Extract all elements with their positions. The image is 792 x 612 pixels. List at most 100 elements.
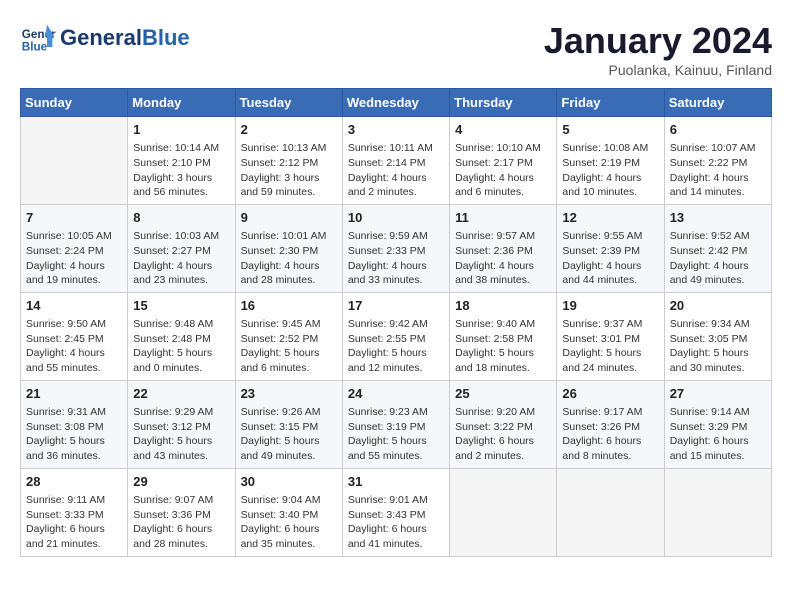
day-info: Sunrise: 9:20 AM Sunset: 3:22 PM Dayligh… — [455, 405, 551, 464]
day-info: Sunrise: 9:31 AM Sunset: 3:08 PM Dayligh… — [26, 405, 122, 464]
day-number: 22 — [133, 385, 229, 403]
day-number: 20 — [670, 297, 766, 315]
day-number: 30 — [241, 473, 337, 491]
day-number: 13 — [670, 209, 766, 227]
calendar-cell: 28Sunrise: 9:11 AM Sunset: 3:33 PM Dayli… — [21, 468, 128, 556]
calendar-cell: 10Sunrise: 9:59 AM Sunset: 2:33 PM Dayli… — [342, 204, 449, 292]
day-info: Sunrise: 9:34 AM Sunset: 3:05 PM Dayligh… — [670, 317, 766, 376]
day-number: 29 — [133, 473, 229, 491]
weekday-header-row: SundayMondayTuesdayWednesdayThursdayFrid… — [21, 89, 772, 117]
calendar-cell: 29 Sunrise: 9:07 AM Sunset: 3:36 PM Dayli… — [128, 468, 235, 556]
day-number: 26 — [562, 385, 658, 403]
calendar-cell: 25 Sunrise: 9:20 AM Sunset: 3:22 PM Dayli… — [450, 380, 557, 468]
calendar-cell: 19 Sunrise: 9:37 AM Sunset: 3:01 PM Dayli… — [557, 292, 664, 380]
day-number: 15 — [133, 297, 229, 315]
day-number: 7 — [26, 209, 122, 227]
day-info: Sunrise: 10:03 AM Sunset: 2:27 PM Daylig… — [133, 229, 229, 288]
day-number: 6 — [670, 121, 766, 139]
calendar-cell: 15 Sunrise: 9:48 AM Sunset: 2:48 PM Dayli… — [128, 292, 235, 380]
calendar-cell — [557, 468, 664, 556]
day-info: Sunrise: 9:01 AM Sunset: 3:43 PM Dayligh… — [348, 493, 444, 552]
day-info: Sunrise: 9:23 AM Sunset: 3:19 PM Dayligh… — [348, 405, 444, 464]
day-info: Sunrise: 9:29 AM Sunset: 3:12 PM Dayligh… — [133, 405, 229, 464]
calendar-week-3: 14 Sunrise: 9:50 AM Sunset: 2:45 PM Dayli… — [21, 292, 772, 380]
location-subtitle: Puolanka, Kainuu, Finland — [544, 62, 772, 78]
header: General Blue GeneralBlue January 2024 Pu… — [20, 20, 772, 78]
calendar-cell: 14 Sunrise: 9:50 AM Sunset: 2:45 PM Dayli… — [21, 292, 128, 380]
day-number: 5 — [562, 121, 658, 139]
day-number: 8 — [133, 209, 229, 227]
day-info: Sunrise: 10:10 AM Sunset: 2:17 PM Daylig… — [455, 141, 551, 200]
day-info: Sunrise: 10:14 AM Sunset: 2:10 PM Daylig… — [133, 141, 229, 200]
calendar-cell — [664, 468, 771, 556]
svg-text:Blue: Blue — [22, 41, 48, 54]
day-info: Sunrise: 9:37 AM Sunset: 3:01 PM Dayligh… — [562, 317, 658, 376]
day-info: Sunrise: 10:07 AM Sunset: 2:22 PM Daylig… — [670, 141, 766, 200]
calendar-cell: 31 Sunrise: 9:01 AM Sunset: 3:43 PM Dayli… — [342, 468, 449, 556]
day-number: 10 — [348, 209, 444, 227]
weekday-header-wednesday: Wednesday — [342, 89, 449, 117]
day-info: Sunrise: 9:17 AM Sunset: 3:26 PM Dayligh… — [562, 405, 658, 464]
day-info: Sunrise: 9:42 AM Sunset: 2:55 PM Dayligh… — [348, 317, 444, 376]
calendar-cell: 18 Sunrise: 9:40 AM Sunset: 2:58 PM Dayli… — [450, 292, 557, 380]
calendar-week-2: 7Sunrise: 10:05 AM Sunset: 2:24 PM Dayli… — [21, 204, 772, 292]
weekday-header-thursday: Thursday — [450, 89, 557, 117]
calendar-cell: 23Sunrise: 9:26 AM Sunset: 3:15 PM Dayli… — [235, 380, 342, 468]
calendar-cell: 7Sunrise: 10:05 AM Sunset: 2:24 PM Dayli… — [21, 204, 128, 292]
day-info: Sunrise: 9:11 AM Sunset: 3:33 PM Dayligh… — [26, 493, 122, 552]
day-info: Sunrise: 9:50 AM Sunset: 2:45 PM Dayligh… — [26, 317, 122, 376]
day-number: 17 — [348, 297, 444, 315]
calendar-cell: 30 Sunrise: 9:04 AM Sunset: 3:40 PM Dayli… — [235, 468, 342, 556]
weekday-header-tuesday: Tuesday — [235, 89, 342, 117]
calendar-week-1: 1 Sunrise: 10:14 AM Sunset: 2:10 PM Dayli… — [21, 117, 772, 205]
day-number: 31 — [348, 473, 444, 491]
day-number: 24 — [348, 385, 444, 403]
day-info: Sunrise: 9:04 AM Sunset: 3:40 PM Dayligh… — [241, 493, 337, 552]
calendar-cell — [450, 468, 557, 556]
day-info: Sunrise: 9:45 AM Sunset: 2:52 PM Dayligh… — [241, 317, 337, 376]
calendar-cell: 16Sunrise: 9:45 AM Sunset: 2:52 PM Dayli… — [235, 292, 342, 380]
title-area: January 2024 Puolanka, Kainuu, Finland — [544, 20, 772, 78]
calendar-cell: 6 Sunrise: 10:07 AM Sunset: 2:22 PM Dayli… — [664, 117, 771, 205]
day-number: 11 — [455, 209, 551, 227]
calendar-cell: 17 Sunrise: 9:42 AM Sunset: 2:55 PM Dayli… — [342, 292, 449, 380]
calendar-cell: 22 Sunrise: 9:29 AM Sunset: 3:12 PM Dayli… — [128, 380, 235, 468]
weekday-header-monday: Monday — [128, 89, 235, 117]
calendar-cell: 3Sunrise: 10:11 AM Sunset: 2:14 PM Dayli… — [342, 117, 449, 205]
day-info: Sunrise: 9:14 AM Sunset: 3:29 PM Dayligh… — [670, 405, 766, 464]
day-number: 3 — [348, 121, 444, 139]
calendar-table: SundayMondayTuesdayWednesdayThursdayFrid… — [20, 88, 772, 557]
day-number: 21 — [26, 385, 122, 403]
logo: General Blue GeneralBlue — [20, 20, 190, 56]
weekday-header-saturday: Saturday — [664, 89, 771, 117]
calendar-cell: 5Sunrise: 10:08 AM Sunset: 2:19 PM Dayli… — [557, 117, 664, 205]
day-info: Sunrise: 10:01 AM Sunset: 2:30 PM Daylig… — [241, 229, 337, 288]
calendar-cell — [21, 117, 128, 205]
calendar-cell: 2Sunrise: 10:13 AM Sunset: 2:12 PM Dayli… — [235, 117, 342, 205]
day-info: Sunrise: 9:07 AM Sunset: 3:36 PM Dayligh… — [133, 493, 229, 552]
day-number: 18 — [455, 297, 551, 315]
calendar-cell: 26 Sunrise: 9:17 AM Sunset: 3:26 PM Dayli… — [557, 380, 664, 468]
calendar-cell: 12Sunrise: 9:55 AM Sunset: 2:39 PM Dayli… — [557, 204, 664, 292]
calendar-cell: 27Sunrise: 9:14 AM Sunset: 3:29 PM Dayli… — [664, 380, 771, 468]
weekday-header-friday: Friday — [557, 89, 664, 117]
day-number: 4 — [455, 121, 551, 139]
calendar-cell: 11Sunrise: 9:57 AM Sunset: 2:36 PM Dayli… — [450, 204, 557, 292]
calendar-cell: 8 Sunrise: 10:03 AM Sunset: 2:27 PM Dayli… — [128, 204, 235, 292]
month-title: January 2024 — [544, 20, 772, 62]
day-number: 19 — [562, 297, 658, 315]
calendar-cell: 24 Sunrise: 9:23 AM Sunset: 3:19 PM Dayli… — [342, 380, 449, 468]
calendar-body: 1 Sunrise: 10:14 AM Sunset: 2:10 PM Dayli… — [21, 117, 772, 557]
calendar-cell: 9Sunrise: 10:01 AM Sunset: 2:30 PM Dayli… — [235, 204, 342, 292]
calendar-cell: 1 Sunrise: 10:14 AM Sunset: 2:10 PM Dayli… — [128, 117, 235, 205]
day-info: Sunrise: 9:40 AM Sunset: 2:58 PM Dayligh… — [455, 317, 551, 376]
calendar-week-4: 21 Sunrise: 9:31 AM Sunset: 3:08 PM Dayli… — [21, 380, 772, 468]
day-number: 12 — [562, 209, 658, 227]
day-info: Sunrise: 10:13 AM Sunset: 2:12 PM Daylig… — [241, 141, 337, 200]
day-info: Sunrise: 9:48 AM Sunset: 2:48 PM Dayligh… — [133, 317, 229, 376]
day-number: 1 — [133, 121, 229, 139]
calendar-cell: 20 Sunrise: 9:34 AM Sunset: 3:05 PM Dayli… — [664, 292, 771, 380]
day-number: 25 — [455, 385, 551, 403]
calendar-cell: 13Sunrise: 9:52 AM Sunset: 2:42 PM Dayli… — [664, 204, 771, 292]
day-number: 14 — [26, 297, 122, 315]
